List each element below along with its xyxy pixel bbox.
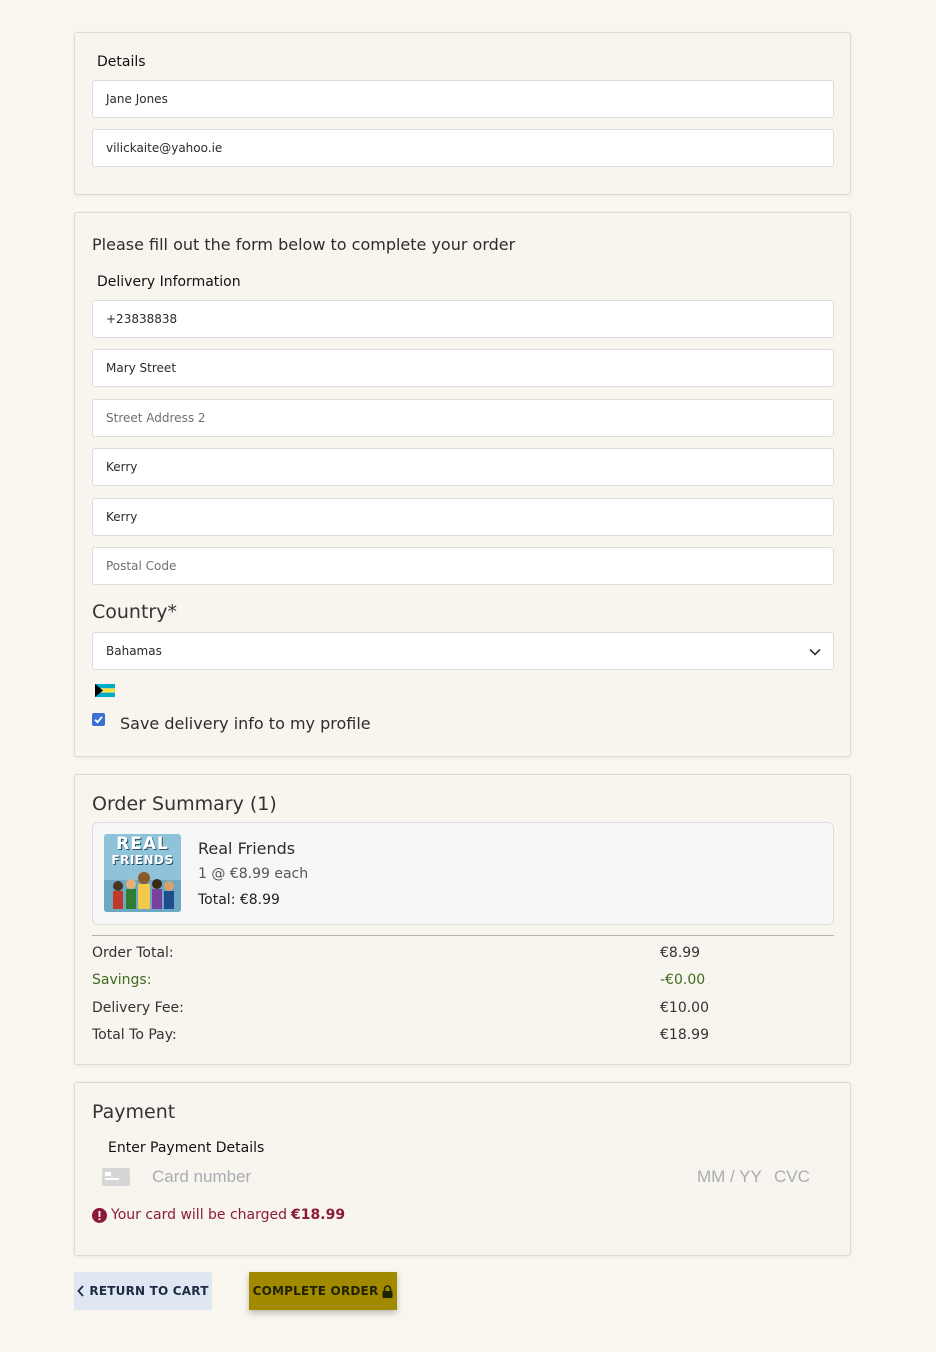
item-qty-price: 1 @ €8.99 each — [198, 866, 309, 882]
complete-order-label: COMPLETE ORDER — [252, 1284, 379, 1298]
payment-title: Payment — [92, 1101, 176, 1123]
expiry-placeholder: MM / YY — [697, 1167, 762, 1186]
full-name-field[interactable]: Jane Jones — [92, 80, 834, 118]
delivery-fee-value: €10.00 — [660, 1000, 709, 1016]
total-to-pay-row: Total To Pay: €18.99 — [92, 1027, 834, 1043]
save-delivery-checkbox[interactable] — [92, 713, 105, 726]
country-select-value: Bahamas — [106, 644, 162, 658]
delivery-label: Delivery Information — [97, 274, 241, 290]
order-summary-title: Order Summary (1) — [92, 793, 277, 815]
postal-code-field[interactable]: Postal Code — [92, 547, 834, 585]
total-to-pay-label: Total To Pay: — [92, 1027, 177, 1043]
delivery-intro: Please fill out the form below to comple… — [92, 235, 516, 254]
total-to-pay-value: €18.99 — [660, 1027, 709, 1043]
order-item: REAL FRIENDS Real Friends 1 @ €8.99 each… — [92, 822, 834, 925]
order-summary-card: Order Summary (1) REAL FRIENDS Real Frie… — [74, 774, 851, 1065]
savings-value: -€0.00 — [660, 972, 706, 988]
chevron-down-icon — [809, 648, 821, 656]
item-name: Real Friends — [198, 839, 296, 858]
checkmark-icon — [94, 716, 103, 724]
save-delivery-label[interactable]: Save delivery info to my profile — [120, 714, 371, 733]
street-address-1-field[interactable]: Mary Street — [92, 349, 834, 387]
book-cover-title-2: FRIENDS — [111, 853, 174, 867]
county-field[interactable]: Kerry — [92, 498, 834, 536]
delivery-card: Please fill out the form below to comple… — [74, 212, 851, 757]
charge-notice: Your card will be charged €18.99 — [92, 1207, 345, 1223]
savings-label: Savings: — [92, 972, 152, 988]
book-cover-image: REAL FRIENDS — [104, 834, 181, 912]
email-field[interactable]: vilickaite@yahoo.ie — [92, 129, 834, 167]
cvc-placeholder: CVC — [774, 1167, 810, 1186]
details-card: Details Jane Jones vilickaite@yahoo.ie — [74, 32, 851, 195]
payment-details-label: Enter Payment Details — [108, 1140, 265, 1156]
order-total-value: €8.99 — [660, 945, 701, 961]
card-input[interactable]: Card number MM / YY CVC — [102, 1163, 822, 1193]
charge-amount: €18.99 — [291, 1207, 346, 1223]
delivery-fee-label: Delivery Fee: — [92, 1000, 184, 1016]
return-to-cart-button[interactable]: RETURN TO CART — [74, 1272, 212, 1310]
town-field[interactable]: Kerry — [92, 448, 834, 486]
book-cover-title-1: REAL — [116, 834, 169, 854]
chevron-left-icon — [77, 1285, 85, 1297]
details-label: Details — [97, 54, 146, 70]
country-label: Country* — [92, 601, 177, 623]
delivery-fee-row: Delivery Fee: €10.00 — [92, 1000, 834, 1016]
divider — [92, 935, 834, 936]
charge-notice-text: Your card will be charged — [111, 1207, 288, 1223]
exclamation-circle-icon — [92, 1207, 107, 1223]
return-to-cart-label: RETURN TO CART — [89, 1284, 209, 1298]
complete-order-button[interactable]: COMPLETE ORDER — [249, 1272, 397, 1310]
bahamas-flag-icon — [95, 684, 115, 697]
phone-field[interactable]: +23838838 — [92, 300, 834, 338]
street-address-2-field[interactable]: Street Address 2 — [92, 399, 834, 437]
item-total: Total: €8.99 — [198, 892, 280, 908]
order-total-row: Order Total: €8.99 — [92, 945, 834, 961]
card-number-placeholder: Card number — [152, 1167, 252, 1186]
credit-card-icon — [102, 1168, 130, 1186]
lock-icon — [382, 1284, 393, 1298]
order-total-label: Order Total: — [92, 945, 174, 961]
payment-card: Payment Enter Payment Details Card numbe… — [74, 1082, 851, 1256]
country-select[interactable]: Bahamas — [92, 632, 834, 670]
savings-row: Savings: -€0.00 — [92, 972, 834, 988]
